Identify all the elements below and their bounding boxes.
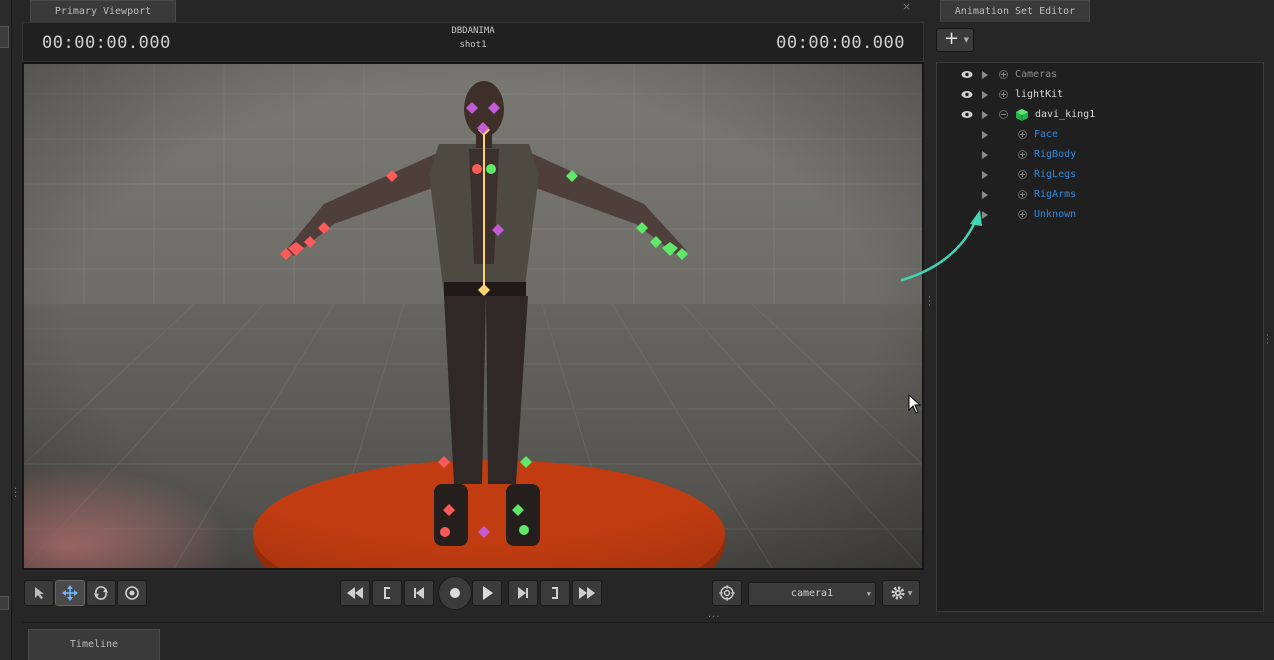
expand-arrow-icon[interactable]	[982, 111, 988, 119]
tree-row-label: RigArms	[1034, 189, 1077, 200]
move-arrows-icon	[62, 585, 78, 601]
collapse-minus-icon[interactable]	[999, 110, 1008, 119]
left-dock-tab[interactable]	[0, 596, 9, 610]
rotate-icon	[94, 586, 108, 600]
tree-row-label: Face	[1034, 129, 1059, 140]
rotate-tool-button[interactable]	[86, 580, 116, 606]
step-back-button[interactable]	[404, 580, 434, 606]
eye-icon[interactable]	[961, 110, 973, 119]
tree-row-lightkit[interactable]: lightKit	[937, 85, 1263, 105]
bracket-left-icon	[384, 587, 390, 599]
tree-row-label: RigBody	[1034, 149, 1077, 160]
tree-row-label: Cameras	[1015, 69, 1058, 80]
gear-icon	[891, 586, 905, 600]
3d-viewport[interactable]	[22, 62, 924, 570]
play-button[interactable]	[472, 580, 502, 606]
arrow-cursor-icon	[35, 587, 44, 599]
step-back-icon	[414, 587, 424, 599]
green-cube-icon	[1016, 109, 1028, 121]
expand-arrow-icon[interactable]	[982, 71, 988, 79]
left-dock-tab[interactable]	[0, 26, 9, 48]
camera-target-button[interactable]	[712, 580, 742, 606]
expand-plus-icon[interactable]	[1018, 150, 1027, 159]
mouse-cursor-icon	[908, 394, 922, 414]
panel-splitter[interactable]: · · ·	[926, 0, 934, 618]
expand-plus-icon[interactable]	[999, 90, 1008, 99]
camera-select[interactable]: camera1 ▼	[748, 582, 876, 606]
fast-forward-icon	[579, 587, 595, 599]
annotation-arrow-icon	[900, 210, 982, 282]
tree-row-label: davi_king1	[1035, 109, 1096, 120]
play-icon	[483, 586, 493, 600]
chevron-down-icon: ▼	[963, 36, 969, 44]
plus-icon: +	[944, 28, 960, 49]
tree-row-cameras[interactable]: Cameras	[937, 65, 1263, 85]
record-button[interactable]	[438, 576, 472, 610]
crosshair-icon	[719, 585, 735, 601]
rewind-button[interactable]	[340, 580, 370, 606]
camera-select-value: camera1	[790, 588, 834, 599]
tab-timeline[interactable]: Timeline	[28, 629, 160, 660]
tree-row-label: Unknown	[1034, 209, 1077, 220]
viewport-header: 00:00:00.000 DBDANIMA shot1 00:00:00.000	[22, 22, 924, 62]
expand-plus-icon[interactable]	[1018, 170, 1027, 179]
viewport-scene	[24, 64, 922, 568]
eye-icon[interactable]	[961, 70, 973, 79]
expand-plus-icon[interactable]	[1018, 190, 1027, 199]
expand-plus-icon[interactable]	[1018, 130, 1027, 139]
fast-forward-button[interactable]	[572, 580, 602, 606]
tree-row-rigarms[interactable]: RigArms	[937, 185, 1263, 205]
tree-row-riglegs[interactable]: RigLegs	[937, 165, 1263, 185]
add-button[interactable]: + ▼	[936, 28, 974, 52]
select-tool-button[interactable]	[24, 580, 54, 606]
expand-plus-icon[interactable]	[999, 70, 1008, 79]
tree-row-face[interactable]: Face	[937, 125, 1263, 145]
tree-row-davi-king1[interactable]: davi_king1	[937, 105, 1263, 125]
viewport-transport-bar: camera1 ▼ ▼	[22, 576, 924, 612]
right-resize-grip[interactable]: · · ·	[1266, 332, 1269, 349]
left-dock-strip	[0, 0, 12, 660]
tree-row-rigbody[interactable]: RigBody	[937, 145, 1263, 165]
expand-plus-icon[interactable]	[1018, 210, 1027, 219]
tab-primary-viewport[interactable]: Primary Viewport	[30, 0, 176, 22]
set-out-point-button[interactable]	[540, 580, 570, 606]
expand-arrow-icon[interactable]	[982, 171, 988, 179]
splitter-grip: · · ·	[928, 293, 931, 311]
tree-row-label: RigLegs	[1034, 169, 1077, 180]
step-forward-icon	[518, 587, 528, 599]
step-forward-button[interactable]	[508, 580, 538, 606]
application-window: · · · Primary Viewport × 00:00:00.000 DBDA…	[0, 0, 1274, 660]
expand-arrow-icon[interactable]	[982, 151, 988, 159]
animation-set-editor-toolbar: + ▼	[934, 22, 1274, 60]
animation-set-editor-tabbar: Animation Set Editor	[934, 0, 1274, 22]
expand-arrow-icon[interactable]	[982, 191, 988, 199]
close-icon[interactable]: ×	[902, 0, 911, 13]
expand-arrow-icon[interactable]	[982, 91, 988, 99]
left-resize-grip[interactable]: · · ·	[14, 485, 17, 503]
set-in-point-button[interactable]	[372, 580, 402, 606]
expand-arrow-icon[interactable]	[982, 131, 988, 139]
eye-icon[interactable]	[961, 90, 973, 99]
chevron-down-icon: ▼	[907, 589, 913, 597]
move-tool-button[interactable]	[55, 580, 85, 606]
timecode-right: 00:00:00.000	[776, 33, 905, 53]
bottom-panel-tabbar: Timeline	[22, 622, 1274, 660]
animation-set-tree: Cameras lightKit davi_king1 Face RigBody…	[936, 62, 1264, 612]
bracket-right-icon	[552, 587, 558, 599]
rewind-icon	[347, 587, 363, 599]
record-icon	[450, 588, 460, 598]
scale-tool-button[interactable]	[117, 580, 147, 606]
chevron-down-icon: ▼	[866, 590, 871, 598]
tab-animation-set-editor[interactable]: Animation Set Editor	[940, 0, 1090, 22]
viewport-tabbar: Primary Viewport	[22, 0, 918, 22]
viewport-settings-button[interactable]: ▼	[882, 580, 920, 606]
tree-row-label: lightKit	[1015, 89, 1064, 100]
scale-target-icon	[125, 586, 139, 600]
